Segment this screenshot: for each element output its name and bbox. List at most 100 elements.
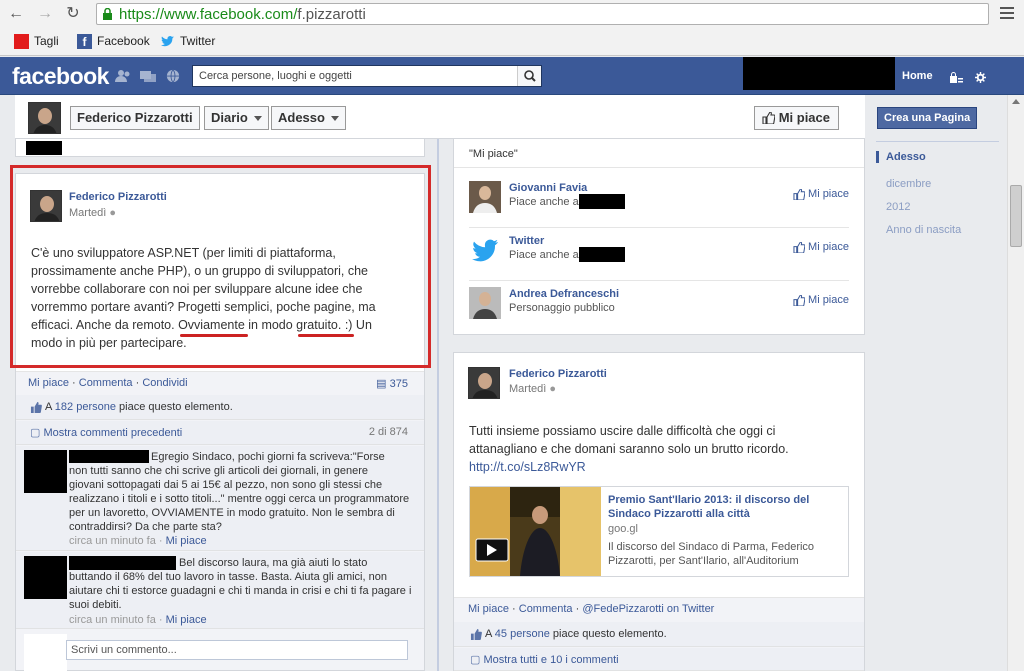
search-button[interactable] — [517, 66, 541, 86]
comment-line: per un lavoretto, OVVIAMENTE in modo gra… — [69, 507, 395, 519]
page-name[interactable]: Twitter — [509, 235, 544, 247]
page-name[interactable]: Andrea Defranceschi — [509, 288, 619, 300]
create-page-button[interactable]: Crea una Pagina — [877, 107, 978, 129]
home-link[interactable]: Home — [902, 70, 933, 82]
url-text: https://www.facebook.com/f.pizzarotti — [119, 6, 366, 23]
facebook-icon: f — [77, 34, 92, 49]
page-name[interactable]: Giovanni Favia — [509, 182, 587, 194]
scroll-up-arrow-icon[interactable] — [1012, 99, 1020, 104]
comment-bubble-icon: ▢ — [30, 427, 41, 439]
bookmark-label: Facebook — [97, 34, 150, 48]
reload-icon[interactable]: ↻ — [63, 4, 83, 24]
privacy-lock-icon[interactable] — [950, 72, 963, 83]
page-avatar[interactable] — [469, 287, 501, 319]
post-actions: Mi piace · Commenta · @FedePizzarotti on… — [468, 603, 715, 615]
page-like-button[interactable]: Mi piace — [793, 241, 849, 254]
lock-icon — [103, 8, 112, 20]
post-actions: Mi piace · Commenta · Condividi — [28, 377, 188, 389]
facebook-logo[interactable]: facebook — [12, 63, 109, 90]
comment-time[interactable]: circa un minuto fa — [69, 535, 156, 547]
page-scrollbar[interactable] — [1007, 95, 1024, 671]
comment-like-link[interactable]: Mi piace — [166, 535, 207, 547]
page-like-button[interactable]: Mi piace — [753, 106, 839, 130]
comment-count: 2 di 874 — [368, 426, 408, 438]
notifications-globe-icon[interactable] — [165, 69, 181, 83]
adesso-dropdown[interactable]: Adesso — [271, 106, 346, 130]
page-like-button[interactable]: Mi piace — [793, 188, 849, 201]
like-action[interactable]: Mi piace — [468, 603, 509, 615]
likes-people-link[interactable]: 45 persone — [495, 628, 550, 640]
scrubber-2012[interactable]: 2012 — [876, 201, 910, 213]
profile-avatar[interactable] — [28, 102, 61, 134]
comment-line: realizzano i titoli e i sotto titoli..."… — [69, 493, 410, 505]
link-attachment[interactable]: Premio Sant'Ilario 2013: il discorso del… — [469, 486, 849, 577]
diario-dropdown[interactable]: Diario — [204, 106, 269, 130]
like-action[interactable]: Mi piace — [28, 377, 69, 389]
scrollbar-thumb[interactable] — [1010, 185, 1022, 247]
comment-bubble-icon: ▢ — [470, 654, 481, 666]
page-sub: Piace anche a — [509, 249, 579, 261]
attachment-title[interactable]: Premio Sant'Ilario 2013: il discorso del… — [608, 493, 843, 521]
liked-page-row: Giovanni Favia Piace anche a Mi piace — [469, 181, 849, 221]
post-feedback: Mi piace · Commenta · Condividi ▤ 375 A … — [16, 371, 424, 671]
url-host: https://www.facebook.com/ — [119, 6, 298, 23]
comment-line: aiutare chi ti estorce guadagni e chi ti… — [69, 585, 412, 597]
menu-icon[interactable] — [1000, 7, 1014, 19]
comment-meta: circa un minuto fa · Mi piace — [69, 535, 207, 547]
address-bar[interactable]: https://www.facebook.com/f.pizzarotti — [96, 3, 989, 25]
adesso-label: Adesso — [278, 110, 325, 125]
comment-line: buttando il 68% del tuo lavoro in tasse.… — [69, 571, 387, 583]
profile-name-button[interactable]: Federico Pizzarotti — [70, 106, 200, 130]
comment-line: contraddirsi? Da che parte sta? — [69, 521, 222, 533]
highlight-box — [10, 165, 431, 368]
page-like-button[interactable]: Mi piace — [793, 294, 849, 307]
divider — [469, 227, 849, 228]
redacted-commenter-avatar — [24, 450, 67, 493]
post-link[interactable]: http://t.co/sLz8RwYR — [469, 458, 854, 476]
like-label: Mi piace — [808, 294, 849, 306]
friend-requests-icon[interactable] — [115, 69, 131, 83]
bookmark-facebook[interactable]: f Facebook — [77, 32, 150, 50]
scrubber-birth-year[interactable]: Anno di nascita — [876, 224, 961, 236]
bookmark-twitter[interactable]: Twitter — [160, 32, 215, 50]
page-avatar[interactable] — [469, 181, 501, 213]
divider — [876, 141, 999, 142]
share-action[interactable]: Condividi — [142, 377, 187, 389]
browser-chrome: ← → ↻ https://www.facebook.com/f.pizzaro… — [0, 0, 1024, 56]
gear-icon[interactable] — [975, 72, 986, 83]
twitter-bird-icon[interactable] — [469, 234, 501, 266]
comment-line: Bel discorso laura, ma già aiuti lo stat… — [179, 557, 368, 569]
post-author[interactable]: Federico Pizzarotti — [509, 368, 607, 380]
back-arrow-icon[interactable]: ← — [6, 4, 26, 24]
composer-avatar-placeholder — [24, 634, 67, 671]
scrubber-december[interactable]: dicembre — [876, 178, 931, 190]
twitter-source-link[interactable]: @FedePizzarotti on Twitter — [582, 603, 714, 615]
comment-item: Egregio Sindaco, pochi giorni fa scrivev… — [16, 446, 424, 551]
comment-time[interactable]: circa un minuto fa — [69, 614, 156, 626]
bookmark-tagli[interactable]: Tagli — [14, 32, 59, 50]
divider — [454, 167, 864, 168]
video-thumbnail[interactable] — [470, 487, 601, 576]
bookmark-label: Twitter — [180, 34, 216, 48]
author-avatar[interactable] — [468, 367, 500, 399]
red-square-icon — [14, 34, 29, 49]
search-box[interactable]: Cerca persone, luoghi e oggetti — [192, 65, 542, 87]
facebook-top-bar: facebook Cerca persone, luoghi e oggetti… — [0, 57, 1024, 95]
previous-post-bottom — [15, 139, 425, 157]
forward-arrow-icon[interactable]: → — [35, 4, 55, 24]
comment-input[interactable]: Scrivi un commento... — [66, 640, 408, 660]
comment-action[interactable]: Commenta — [519, 603, 573, 615]
likes-people-link[interactable]: 182 persone — [55, 401, 116, 413]
messages-icon[interactable] — [140, 69, 156, 83]
show-previous-comments-link[interactable]: Mostra commenti precedenti — [43, 427, 182, 439]
previous-comments-row: ▢ Mostra commenti precedenti 2 di 874 — [16, 421, 424, 445]
like-label: Mi piace — [778, 110, 830, 125]
comment-like-link[interactable]: Mi piace — [166, 614, 207, 626]
post-time[interactable]: Martedì ● — [509, 383, 556, 395]
likes-prefix: A — [485, 628, 495, 640]
scrubber-now[interactable]: Adesso — [876, 151, 926, 163]
comment-action[interactable]: Commenta — [79, 377, 133, 389]
likes-box-card: "Mi piace" Giovanni Favia Piace anche a … — [453, 139, 865, 335]
share-count[interactable]: ▤ 375 — [376, 377, 408, 390]
show-all-comments-link[interactable]: Mostra tutti e 10 i commenti — [483, 654, 618, 666]
